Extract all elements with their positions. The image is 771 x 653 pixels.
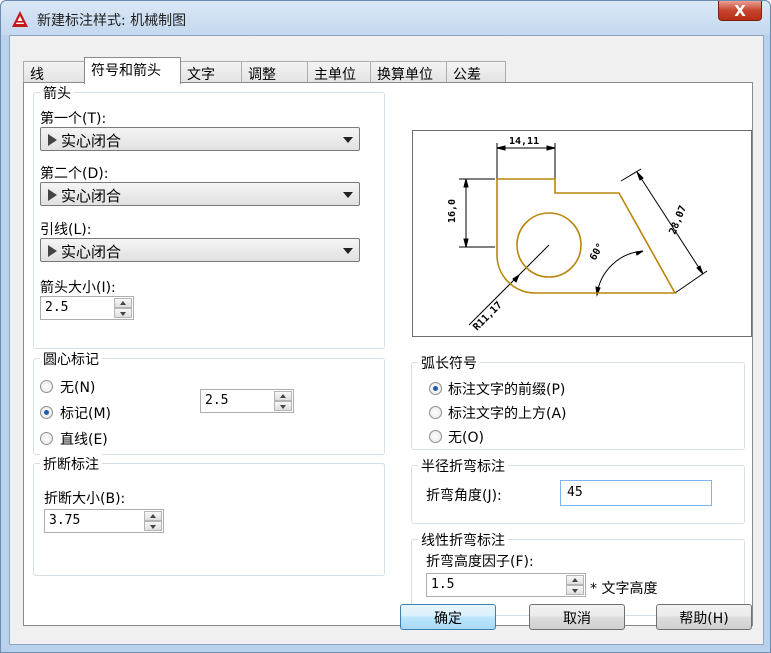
- break-size-stepper[interactable]: 3.75: [44, 509, 164, 533]
- text-height-suffix: * 文字高度: [590, 581, 658, 597]
- jog-height-factor-value: 1.5: [431, 577, 455, 592]
- arc-prefix-radio[interactable]: [429, 382, 442, 395]
- arrow-size-value: 2.5: [45, 300, 69, 315]
- closed-filled-arrow-icon: [48, 189, 57, 201]
- close-icon: X: [734, 1, 746, 20]
- leader-arrow-select[interactable]: 实心闭合: [40, 238, 360, 262]
- spin-up-button[interactable]: [274, 391, 292, 401]
- jog-height-factor-label: 折弯高度因子(F):: [426, 554, 534, 570]
- tab-fit[interactable]: 调整: [241, 61, 308, 83]
- spin-down-button[interactable]: [114, 308, 132, 318]
- closed-filled-arrow-icon: [48, 134, 57, 146]
- spin-down-button[interactable]: [566, 585, 584, 595]
- tab-primary-units[interactable]: 主单位: [307, 61, 371, 83]
- arc-none-radio[interactable]: [429, 430, 442, 443]
- arrowheads-group-title: 箭头: [40, 83, 74, 103]
- center-mark-mark-label[interactable]: 标记(M): [60, 403, 111, 423]
- chevron-down-icon: [343, 248, 353, 254]
- ok-button[interactable]: 确定: [400, 604, 496, 630]
- tab-lines[interactable]: 线: [23, 61, 85, 83]
- preview-dim-slant: 28,07: [668, 204, 689, 236]
- arc-above-label[interactable]: 标注文字的上方(A): [448, 403, 567, 423]
- leader-arrow-label: 引线(L):: [40, 222, 92, 238]
- window-title: 新建标注样式: 机械制图: [37, 13, 187, 29]
- tab-page-symbols-arrows: 箭头 第一个(T): 实心闭合 第二个(D): 实心闭合 引线(L): 实心闭合…: [23, 82, 753, 626]
- arc-prefix-label[interactable]: 标注文字的前缀(P): [448, 379, 565, 399]
- tab-tolerances[interactable]: 公差: [446, 61, 506, 83]
- first-arrow-value: 实心闭合: [61, 132, 122, 150]
- second-arrow-value: 实心闭合: [61, 187, 122, 205]
- dialog-window: 新建标注样式: 机械制图 X 线 符号和箭头 文字 调整 主单位 换算单位 公差…: [0, 0, 771, 653]
- tab-text[interactable]: 文字: [180, 61, 242, 83]
- dialog-client-area: 线 符号和箭头 文字 调整 主单位 换算单位 公差 箭头 第一个(T): 实心闭…: [9, 35, 764, 645]
- cancel-button[interactable]: 取消: [529, 604, 625, 630]
- closed-filled-arrow-icon: [48, 245, 57, 257]
- second-arrow-label: 第二个(D):: [40, 166, 109, 182]
- break-size-label: 折断大小(B):: [44, 491, 126, 507]
- center-mark-size-value: 2.5: [205, 393, 229, 408]
- spin-down-button[interactable]: [274, 401, 292, 411]
- title-bar[interactable]: 新建标注样式: 机械制图 X: [1, 1, 770, 35]
- close-button[interactable]: X: [718, 1, 762, 21]
- break-size-value: 3.75: [49, 513, 81, 528]
- preview-drawing: 14,11 16,0 28,07 60° R11,17: [447, 136, 708, 333]
- preview-dim-angle: 60°: [588, 241, 607, 262]
- jog-height-factor-stepper[interactable]: 1.5: [426, 573, 586, 597]
- linear-jog-group-title: 线性折弯标注: [418, 530, 508, 550]
- chevron-down-icon: [343, 137, 353, 143]
- tab-alternate-units[interactable]: 换算单位: [370, 61, 447, 83]
- arc-none-label[interactable]: 无(O): [448, 427, 484, 447]
- leader-arrow-value: 实心闭合: [61, 243, 122, 261]
- spin-up-button[interactable]: [144, 511, 162, 521]
- first-arrow-select[interactable]: 实心闭合: [40, 127, 360, 151]
- first-arrow-label: 第一个(T):: [40, 111, 107, 127]
- preview-dim-top: 14,11: [509, 136, 539, 147]
- arrow-size-label: 箭头大小(I):: [40, 280, 116, 296]
- center-mark-none-label[interactable]: 无(N): [60, 377, 95, 397]
- autocad-logo-icon: [12, 11, 28, 27]
- center-mark-none-radio[interactable]: [40, 380, 53, 393]
- center-mark-size-stepper[interactable]: 2.5: [200, 389, 294, 413]
- center-mark-line-radio[interactable]: [40, 432, 53, 445]
- tab-symbols-arrows[interactable]: 符号和箭头: [84, 57, 181, 84]
- arc-above-radio[interactable]: [429, 406, 442, 419]
- radius-jog-group-title: 半径折弯标注: [418, 456, 508, 476]
- center-marks-group-title: 圆心标记: [40, 349, 102, 369]
- help-button[interactable]: 帮助(H): [656, 604, 752, 630]
- arc-length-group-title: 弧长符号: [418, 353, 480, 373]
- jog-angle-input[interactable]: 45: [560, 480, 712, 506]
- center-mark-line-label[interactable]: 直线(E): [60, 429, 108, 449]
- spin-up-button[interactable]: [114, 298, 132, 308]
- preview-dim-left: 16,0: [447, 199, 458, 223]
- jog-angle-label: 折弯角度(J):: [426, 488, 502, 504]
- dimension-preview: 14,11 16,0 28,07 60° R11,17: [412, 130, 752, 337]
- spin-up-button[interactable]: [566, 575, 584, 585]
- preview-dim-radius: R11,17: [471, 300, 504, 333]
- dimension-break-group-title: 折断标注: [40, 454, 102, 474]
- arrow-size-stepper[interactable]: 2.5: [40, 296, 134, 320]
- spin-down-button[interactable]: [144, 521, 162, 531]
- center-mark-mark-radio[interactable]: [40, 406, 53, 419]
- second-arrow-select[interactable]: 实心闭合: [40, 182, 360, 206]
- chevron-down-icon: [343, 192, 353, 198]
